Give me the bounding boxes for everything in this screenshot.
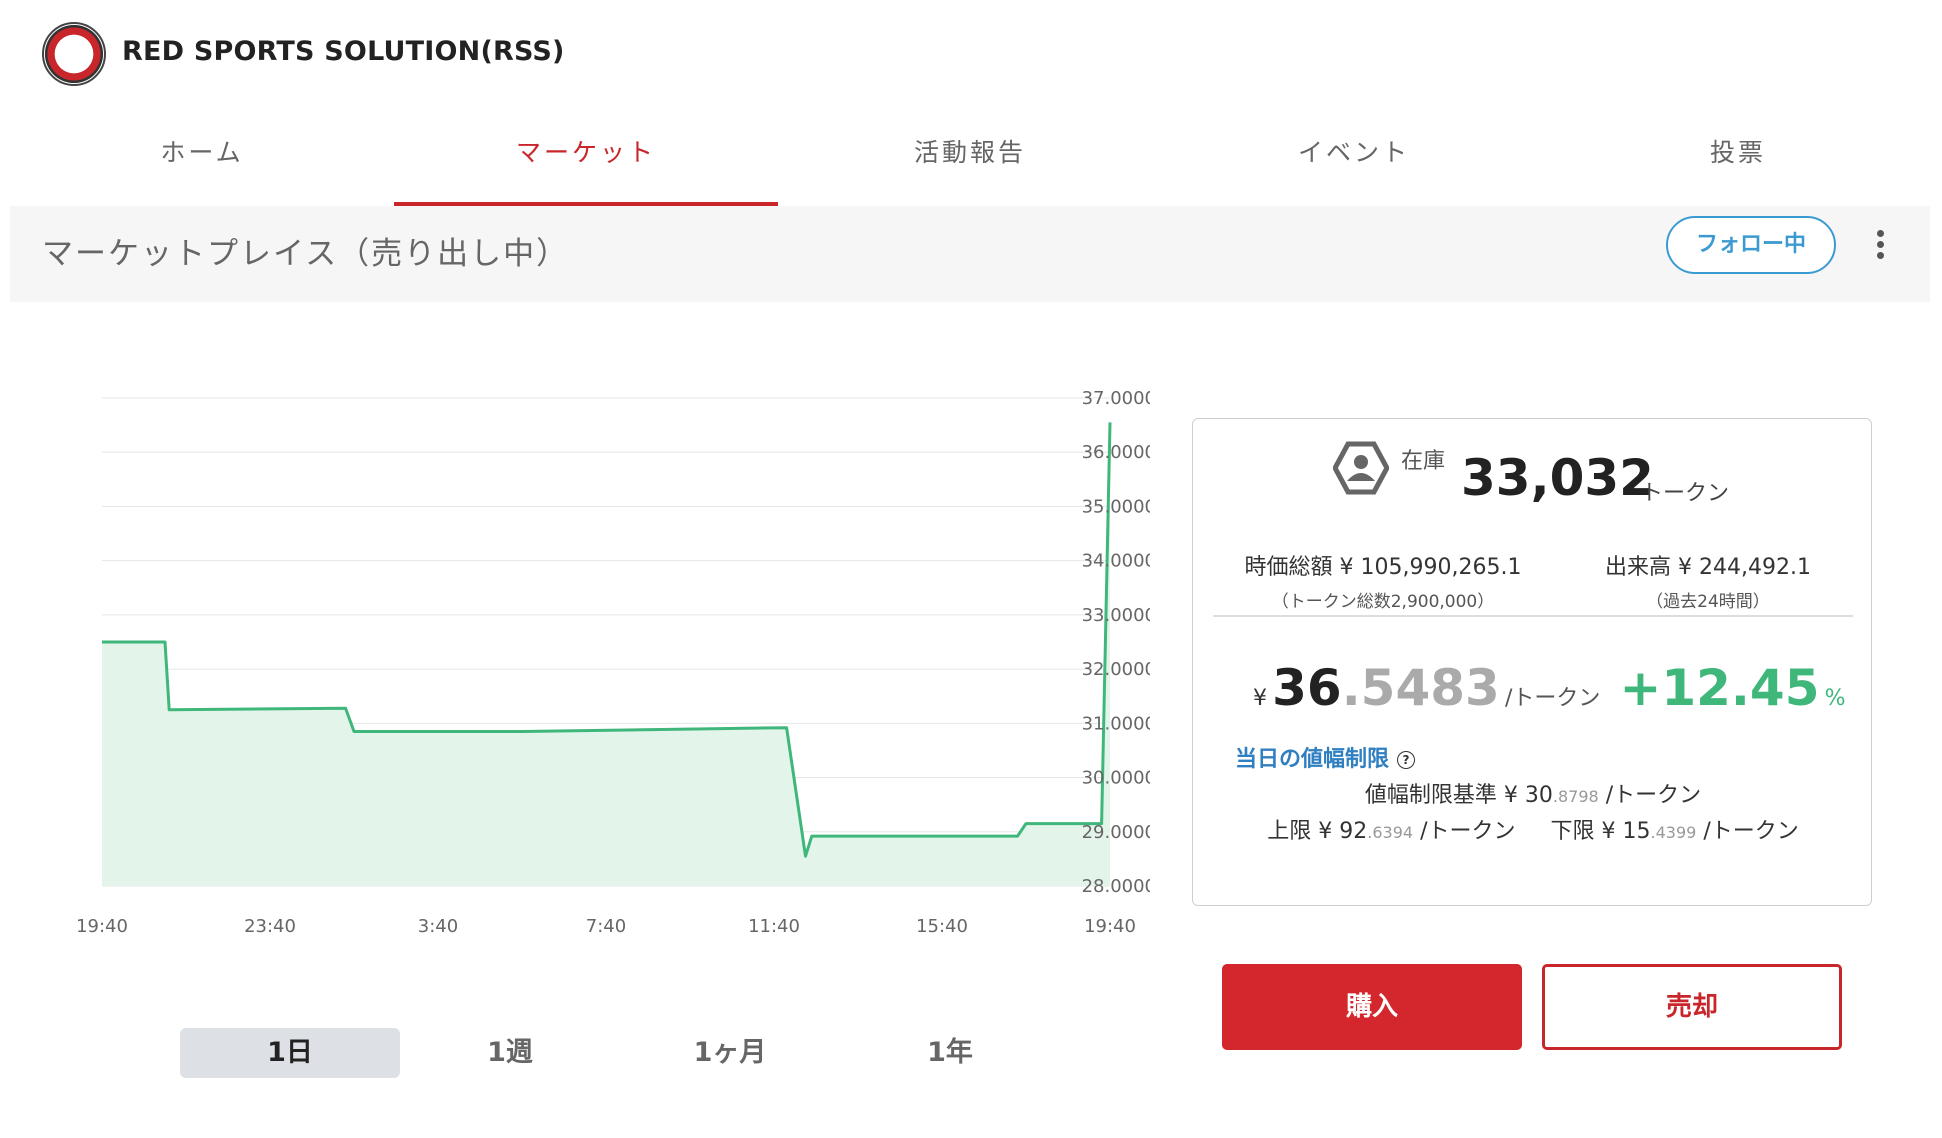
price-change: +12.45	[1619, 659, 1820, 717]
lower-limit-currency: ¥	[1601, 819, 1616, 844]
upper-limit-currency: ¥	[1318, 819, 1333, 844]
token-info-panel: 在庫 33,032 トークン 時価総額 ¥ 105,990,265.1 （トーク…	[1192, 418, 1872, 906]
price-chart: 28.0000 29.0000 30.0000 31.0000 32.0000 33.00…	[60, 370, 1156, 954]
range-tabs: 1日 1週 1ヶ月 1年	[180, 1028, 1060, 1078]
y-tick-label: 29.0000	[1082, 822, 1150, 843]
x-tick-label: 15:40	[916, 916, 968, 937]
x-tick-label: 3:40	[418, 916, 458, 937]
x-tick-label: 11:40	[748, 916, 800, 937]
current-price: ¥ 36.5483 /トークン +12.45 %	[1253, 659, 1846, 717]
y-tick-label: 28.0000	[1082, 876, 1150, 897]
range-tab-1month[interactable]: 1ヶ月	[620, 1028, 840, 1078]
stock-label: 在庫	[1401, 449, 1446, 474]
tab-event[interactable]: イベント	[1162, 118, 1546, 206]
lower-limit-unit: /トークン	[1703, 819, 1799, 844]
daily-limit-label: 当日の値幅制限	[1235, 747, 1390, 772]
buy-button[interactable]: 購入	[1222, 964, 1522, 1050]
volume-label: 出来高	[1605, 555, 1672, 580]
price-chart-svg: 28.0000 29.0000 30.0000 31.0000 32.0000 33.00…	[76, 388, 1156, 937]
tab-vote[interactable]: 投票	[1546, 118, 1930, 206]
volume-sub: （過去24時間）	[1646, 592, 1770, 612]
range-tab-1year[interactable]: 1年	[840, 1028, 1060, 1078]
price-integer: 36	[1272, 659, 1342, 717]
follow-button[interactable]: フォロー中	[1666, 216, 1836, 274]
trading-volume: 出来高 ¥ 244,492.1 （過去24時間）	[1563, 549, 1853, 612]
x-tick-label: 19:40	[76, 916, 128, 937]
x-tick-label: 19:40	[1084, 916, 1136, 937]
limit-base-int: 30	[1524, 783, 1553, 808]
market-cap-sub: （トークン総数2,900,000）	[1271, 592, 1495, 612]
question-circle-icon[interactable]: ?	[1397, 751, 1416, 769]
limit-range: 上限 ¥ 92.6394 /トークン 下限 ¥ 15.4399 /トークン	[1193, 813, 1873, 845]
y-tick-label: 37.0000	[1082, 388, 1150, 409]
market-cap-label: 時価総額	[1244, 555, 1333, 580]
y-tick-label: 36.0000	[1082, 442, 1150, 463]
range-tab-1day[interactable]: 1日	[180, 1028, 400, 1078]
main-nav: ホーム マーケット 活動報告 イベント 投票	[10, 118, 1930, 206]
price-area	[102, 422, 1110, 886]
upper-limit-dec: .6394	[1367, 823, 1414, 842]
y-tick-label: 35.0000	[1082, 496, 1150, 517]
lower-limit-label: 下限	[1550, 819, 1595, 844]
limit-base: 値幅制限基準 ¥ 30.8798 /トークン	[1193, 777, 1873, 809]
app-header: RED SPORTS SOLUTION(RSS)	[0, 0, 1942, 105]
brand-name: RED SPORTS SOLUTION(RSS)	[122, 36, 565, 67]
y-tick-label: 32.0000	[1082, 659, 1150, 680]
y-tick-label: 30.0000	[1082, 768, 1150, 789]
y-tick-label: 31.0000	[1082, 713, 1150, 734]
market-cap-value: ¥ 105,990,265.1	[1339, 555, 1522, 580]
club-crest-logo[interactable]	[42, 22, 106, 86]
y-tick-label: 34.0000	[1082, 551, 1150, 572]
more-vertical-icon[interactable]	[1870, 226, 1890, 266]
market-cap: 時価総額 ¥ 105,990,265.1 （トークン総数2,900,000）	[1233, 549, 1533, 612]
limit-base-unit: /トークン	[1605, 783, 1702, 808]
price-change-unit: %	[1824, 686, 1846, 711]
limit-base-dec: .8798	[1552, 787, 1599, 806]
tab-home[interactable]: ホーム	[10, 118, 394, 206]
x-tick-label: 7:40	[586, 916, 626, 937]
tab-activity-report[interactable]: 活動報告	[778, 118, 1162, 206]
limit-base-currency: ¥	[1503, 783, 1518, 808]
volume-value: ¥ 244,492.1	[1678, 555, 1811, 580]
user-hexagon-icon	[1333, 441, 1389, 495]
price-decimal: .5483	[1341, 659, 1500, 717]
lower-limit-dec: .4399	[1650, 823, 1697, 842]
page-title: マーケットプレイス（売り出し中）	[42, 236, 570, 272]
price-unit: /トークン	[1504, 686, 1601, 711]
tab-market[interactable]: マーケット	[394, 118, 778, 206]
limit-base-label: 値幅制限基準	[1364, 783, 1497, 808]
y-tick-label: 33.0000	[1082, 605, 1150, 626]
upper-limit-label: 上限	[1267, 819, 1312, 844]
x-tick-label: 23:40	[244, 916, 296, 937]
divider	[1213, 615, 1853, 617]
range-tab-1week[interactable]: 1週	[400, 1028, 620, 1078]
sell-button[interactable]: 売却	[1542, 964, 1842, 1050]
price-currency: ¥	[1253, 686, 1267, 711]
daily-limit-title[interactable]: 当日の値幅制限?	[1235, 741, 1416, 773]
stock-unit: トークン	[1641, 481, 1730, 506]
stock-value: 33,032	[1461, 449, 1654, 507]
upper-limit-int: 92	[1339, 819, 1368, 844]
lower-limit-int: 15	[1622, 819, 1651, 844]
marketplace-header: マーケットプレイス（売り出し中） フォロー中	[10, 206, 1930, 302]
upper-limit-unit: /トークン	[1420, 819, 1516, 844]
